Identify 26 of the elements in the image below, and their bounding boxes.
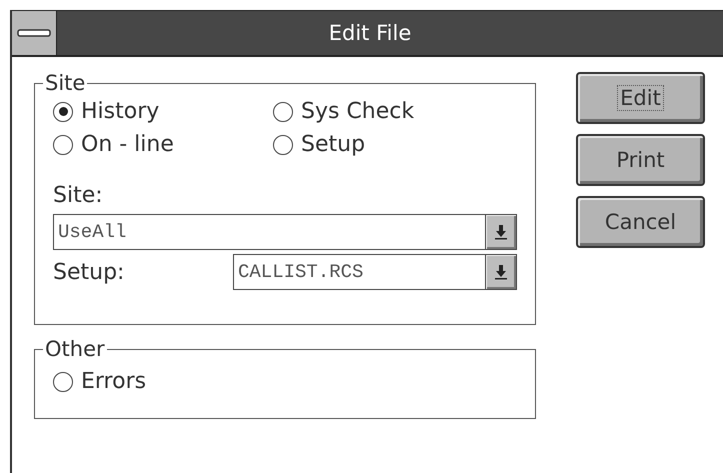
down-arrow-icon — [495, 224, 507, 240]
radio-option[interactable]: Setup — [273, 132, 366, 157]
group-label: Other — [44, 337, 106, 361]
dropdown-button[interactable] — [485, 255, 516, 289]
minus-icon — [17, 29, 51, 37]
dialog-button[interactable]: Edit — [576, 72, 705, 124]
radio-icon[interactable] — [273, 102, 293, 122]
group-label: Site — [44, 71, 86, 95]
radio-icon[interactable] — [273, 134, 293, 154]
radio-option[interactable]: Errors — [53, 369, 146, 394]
radio-option[interactable]: Sys Check — [273, 99, 414, 124]
dropdown-button[interactable] — [485, 215, 516, 249]
window-title: Edit File — [328, 21, 412, 45]
dialog-button[interactable]: Cancel — [576, 196, 705, 248]
dialog-button[interactable]: Print — [576, 134, 705, 186]
field-label: Setup: — [53, 260, 124, 284]
radio-option[interactable]: History — [53, 99, 160, 124]
radio-option[interactable]: On - line — [53, 132, 174, 157]
down-arrow-icon — [495, 264, 507, 280]
radio-icon[interactable] — [53, 134, 73, 154]
radio-icon[interactable] — [53, 372, 73, 392]
field-label: Site: — [53, 183, 103, 208]
dropdown-field[interactable]: UseAll — [53, 214, 517, 250]
system-menu-button[interactable] — [12, 11, 57, 55]
dropdown-field[interactable]: CALLIST.RCS — [233, 254, 517, 290]
radio-icon[interactable] — [53, 102, 73, 122]
